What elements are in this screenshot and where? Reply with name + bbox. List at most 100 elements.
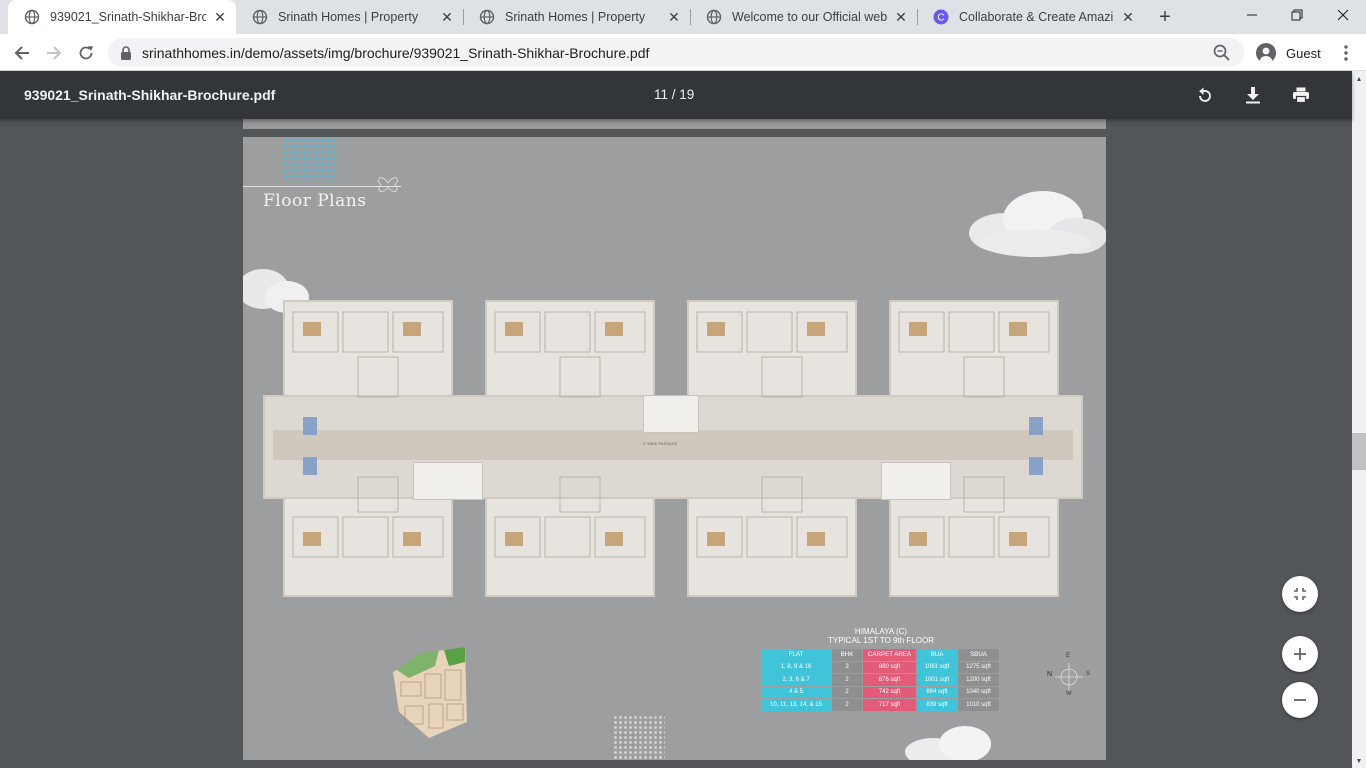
- minus-icon: [1294, 699, 1306, 701]
- address-bar[interactable]: srinathhomes.in/demo/assets/img/brochure…: [108, 38, 1244, 67]
- table-cell: 3: [832, 661, 862, 673]
- scrollbar-track[interactable]: [1352, 71, 1366, 768]
- pdf-page: Floor Plans 6' WIDE PASSAGE HIMALAYA (C)…: [243, 137, 1106, 760]
- rotate-button[interactable]: [1193, 83, 1217, 107]
- print-button[interactable]: [1289, 83, 1313, 107]
- rotate-icon: [1199, 87, 1211, 102]
- globe-icon: [24, 9, 40, 25]
- cloud-image: [969, 191, 1106, 257]
- cloud-image: [905, 726, 991, 760]
- table-header-cell: BUA: [917, 649, 957, 661]
- close-tab-icon[interactable]: ✕: [439, 9, 455, 25]
- compass-west: W: [1066, 691, 1072, 697]
- scroll-down-arrow[interactable]: ▼: [1352, 754, 1366, 768]
- minimize-button[interactable]: [1229, 0, 1275, 30]
- tab-srinath-2[interactable]: Srinath Homes | Property ✕: [463, 0, 690, 34]
- pdf-toolbar: 939021_Srinath-Shikhar-Brochure.pdf 11 /…: [0, 71, 1352, 119]
- table-cell: 717 sqft: [863, 699, 916, 711]
- zoom-out-button[interactable]: [1282, 682, 1318, 718]
- table-subtitle: TYPICAL 1ST TO 9th FLOOR: [828, 636, 934, 645]
- table-cell: 880 sqft: [863, 661, 916, 673]
- compass-south: S: [1086, 671, 1091, 677]
- page-indicator[interactable]: 11 / 19: [654, 87, 694, 102]
- close-tab-icon[interactable]: ✕: [1120, 9, 1136, 25]
- profile-button[interactable]: Guest: [1252, 39, 1326, 67]
- avatar-icon: [1256, 43, 1276, 63]
- forward-button[interactable]: [40, 39, 68, 67]
- pdf-filename: 939021_Srinath-Shikhar-Brochure.pdf: [24, 87, 276, 103]
- globe-icon: [479, 9, 495, 25]
- table-row: 1, 8, 9 & 16 3 880 sqft 1061 sqft 1275 s…: [761, 661, 1001, 673]
- tab-srinath-1[interactable]: Srinath Homes | Property ✕: [236, 0, 463, 34]
- reload-button[interactable]: [72, 39, 100, 67]
- table-cell: 2: [832, 686, 862, 698]
- minimize-icon: [1247, 14, 1257, 16]
- table-cell: 742 sqft: [863, 686, 916, 698]
- zoom-icon[interactable]: [1212, 43, 1232, 63]
- close-tab-icon[interactable]: ✕: [212, 9, 228, 25]
- download-button[interactable]: [1241, 83, 1265, 107]
- tab-pdf[interactable]: 939021_Srinath-Shikhar-Brochure.pdf ✕: [8, 0, 236, 34]
- close-tab-icon[interactable]: ✕: [666, 9, 682, 25]
- table-cell: 876 sqft: [863, 674, 916, 686]
- table-header-cell: SBUA: [958, 649, 999, 661]
- url-text: srinathhomes.in/demo/assets/img/brochure…: [142, 44, 650, 61]
- table-row: 10, 11, 13, 14, & 15 2 717 sqft 839 sqft…: [761, 699, 1001, 711]
- browser-menu-button[interactable]: [1334, 40, 1358, 66]
- globe-icon: [706, 9, 722, 25]
- table-cell: 4 & 5: [761, 686, 831, 698]
- plus-icon: [1294, 648, 1306, 660]
- table-cell: 1275 sqft: [958, 661, 999, 673]
- scrollbar-thumb[interactable]: [1352, 433, 1366, 470]
- back-button[interactable]: [8, 39, 36, 67]
- table-cell: 1200 sqft: [958, 674, 999, 686]
- table-cell: 1001 sqft: [917, 674, 957, 686]
- table-cell: 2: [832, 674, 862, 686]
- table-row: 2, 3, 6 & 7 2 876 sqft 1001 sqft 1200 sq…: [761, 674, 1001, 686]
- svg-text:C: C: [937, 13, 944, 24]
- table-cell: 2: [832, 699, 862, 711]
- close-tab-icon[interactable]: ✕: [893, 9, 909, 25]
- close-icon: [1337, 9, 1349, 21]
- decorative-dot-grid: [283, 137, 335, 181]
- tab-title: Welcome to our Official website: [732, 10, 887, 24]
- table-header-cell: CARPET AREA: [863, 649, 916, 661]
- tab-official-website[interactable]: Welcome to our Official website ✕: [690, 0, 917, 34]
- compass-east: E: [1066, 653, 1071, 659]
- lock-icon: [121, 45, 131, 60]
- table-header-cell: BHK: [832, 649, 862, 661]
- table-cell: 1, 8, 9 & 16: [761, 661, 831, 673]
- restore-icon: [1291, 9, 1303, 21]
- tab-strip: 939021_Srinath-Shikhar-Brochure.pdf ✕ Sr…: [0, 0, 1366, 34]
- restore-button[interactable]: [1274, 0, 1320, 30]
- table-cell: 839 sqft: [917, 699, 957, 711]
- print-icon: [1293, 87, 1309, 104]
- table-cell: 864 sqft: [917, 686, 957, 698]
- tab-title: Srinath Homes | Property: [278, 10, 419, 24]
- section-title: Floor Plans: [263, 191, 367, 211]
- download-icon: [1246, 87, 1260, 104]
- fit-to-page-button[interactable]: [1282, 576, 1318, 612]
- compass-icon: [1055, 663, 1083, 691]
- new-tab-button[interactable]: +: [1153, 5, 1177, 29]
- arrow-left-icon: [14, 46, 29, 60]
- floor-plan: 6' WIDE PASSAGE: [263, 287, 1083, 612]
- table-cell: 1061 sqft: [917, 661, 957, 673]
- zoom-in-button[interactable]: [1282, 636, 1318, 672]
- table-cell: 1010 sqft: [958, 699, 999, 711]
- globe-icon: [252, 9, 268, 25]
- decorative-dot-grid: [613, 715, 665, 760]
- tab-title: Collaborate & Create Amazing: [959, 10, 1114, 24]
- reload-icon: [79, 46, 93, 60]
- scroll-up-arrow[interactable]: ▲: [1352, 72, 1366, 86]
- table-header-row: FLAT BHK CARPET AREA BUA SBUA: [761, 649, 1001, 661]
- more-vert-icon: [1344, 45, 1348, 61]
- tab-canva[interactable]: C Collaborate & Create Amazing ✕: [917, 0, 1144, 34]
- area-table: HIMALAYA (C) TYPICAL 1ST TO 9th FLOOR FL…: [761, 627, 1001, 712]
- tab-title: 939021_Srinath-Shikhar-Brochure.pdf: [50, 10, 206, 24]
- close-window-button[interactable]: [1320, 0, 1366, 30]
- fit-page-icon: [1294, 588, 1306, 600]
- canva-icon: C: [933, 9, 949, 25]
- flower-outline-icon: [378, 177, 398, 192]
- arrow-right-icon: [47, 46, 62, 60]
